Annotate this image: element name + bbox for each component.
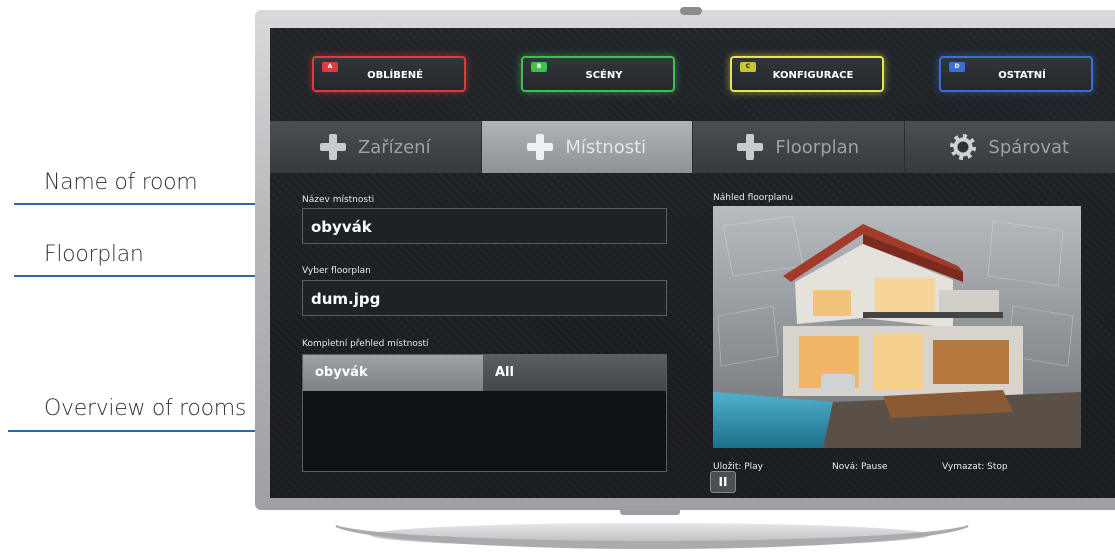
callout-line [14, 203, 286, 205]
other-button[interactable]: D OSTATNÍ [939, 56, 1093, 92]
overview-all-cell[interactable]: All [483, 355, 666, 391]
new-hint: Nová: Pause [832, 462, 888, 472]
tab-pairing[interactable]: Spárovat [904, 121, 1115, 173]
plus-icon [737, 134, 764, 160]
other-label: OSTATNÍ [998, 70, 1046, 81]
room-name-input[interactable]: obyvák [302, 208, 667, 244]
red-key-icon: A [322, 62, 338, 72]
house-render [713, 206, 1081, 448]
preview-label: Náhled floorplanu [713, 193, 794, 203]
tab-label: Floorplan [775, 136, 860, 158]
yellow-key-icon: C [740, 62, 756, 72]
tab-devices[interactable]: Zařízení [270, 121, 482, 173]
overview-label: Kompletní přehled místností [302, 339, 429, 349]
scenes-button[interactable]: B SCÉNY [521, 56, 675, 92]
gear-icon [950, 134, 977, 160]
delete-hint: Vymazat: Stop [942, 462, 1008, 472]
blue-key-icon: D [949, 62, 965, 72]
pause-icon[interactable]: II [710, 471, 736, 493]
floorplan-select[interactable]: dum.jpg [302, 280, 667, 316]
rooms-overview-list[interactable]: obyvák All [302, 354, 667, 472]
plus-icon [319, 134, 346, 160]
configuration-label: KONFIGURACE [772, 70, 854, 81]
tab-floorplan[interactable]: Floorplan [693, 121, 905, 173]
overview-room-cell[interactable]: obyvák [303, 355, 483, 391]
floorplan-preview-image [713, 206, 1081, 448]
tab-rooms[interactable]: Místnosti [481, 121, 693, 173]
floorplan-label: Vyber floorplan [302, 266, 371, 276]
callout-label: Name of room [44, 170, 198, 195]
tab-label: Zařízení [357, 136, 431, 158]
callout-label: Floorplan [44, 242, 144, 267]
overview-header: obyvák All [303, 355, 666, 391]
tab-label: Místnosti [565, 136, 647, 158]
callout-label: Overview of rooms [44, 396, 247, 421]
tab-label: Spárovat [988, 136, 1070, 158]
callout-line [14, 275, 286, 277]
room-name-label: Název místnosti [302, 195, 375, 205]
favorites-button[interactable]: A OBLÍBENÉ [312, 56, 466, 92]
callout-line [8, 430, 286, 432]
tv-stand [300, 503, 1000, 555]
tab-bar: Zařízení Místnosti Floorplan Spárovat [270, 121, 1115, 173]
green-key-icon: B [531, 62, 547, 72]
plus-icon [527, 134, 554, 160]
favorites-label: OBLÍBENÉ [367, 70, 423, 81]
configuration-button[interactable]: C KONFIGURACE [730, 56, 884, 92]
scenes-label: SCÉNY [585, 70, 623, 81]
tv-sensor [680, 7, 702, 15]
tv-screen: A OBLÍBENÉ B SCÉNY C KONFIGURACE D OSTAT… [270, 28, 1115, 498]
